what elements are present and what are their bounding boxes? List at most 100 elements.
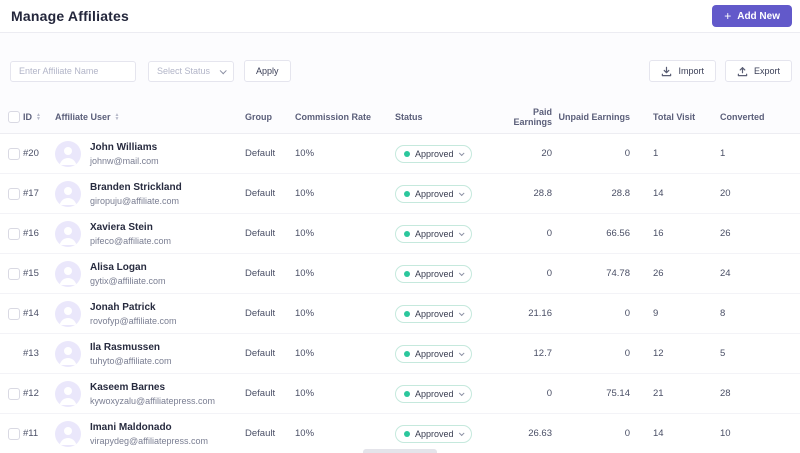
paid-earnings-value: 0 — [546, 268, 552, 279]
row-checkbox[interactable] — [8, 147, 20, 160]
chevron-down-icon — [458, 229, 465, 236]
column-header-unpaid-earnings: Unpaid Earnings — [558, 111, 630, 122]
table-header-row: ID ▲ ▼ Affiliate User ▲ ▼ Group Commission… — [0, 100, 800, 134]
affiliate-user-cell: Kaseem Barnes kywoxyzalu@affiliatepress.… — [55, 380, 245, 407]
row-checkbox[interactable] — [8, 307, 20, 320]
total-visit-value: 16 — [653, 228, 664, 239]
converted-value: 10 — [720, 428, 731, 439]
export-label: Export — [753, 66, 780, 76]
status-dot-icon — [404, 430, 410, 437]
affiliate-email: johnw@mail.com — [90, 155, 159, 166]
unpaid-earnings-value: 66.56 — [606, 228, 630, 239]
group-value: Default — [245, 308, 276, 319]
person-icon — [59, 386, 77, 405]
status-dropdown[interactable]: Approved — [395, 344, 472, 363]
affiliate-id: #11 — [23, 428, 39, 439]
affiliate-user-cell: Imani Maldonado virapydeg@affiliatepress… — [55, 420, 245, 447]
sort-icon[interactable]: ▲ ▼ — [115, 112, 120, 121]
affiliate-id: #13 — [23, 348, 39, 359]
sort-icon[interactable]: ▲ ▼ — [36, 112, 41, 121]
affiliate-id: #12 — [23, 388, 39, 399]
import-button[interactable]: Import — [649, 60, 716, 82]
select-all-checkbox[interactable] — [8, 110, 20, 123]
affiliate-email: virapydeg@affiliatepress.com — [90, 435, 209, 446]
affiliate-email: pifeco@affiliate.com — [90, 235, 172, 246]
unpaid-earnings-value: 0 — [624, 308, 630, 319]
affiliate-name: Kaseem Barnes — [90, 381, 166, 393]
status-dot-icon — [404, 190, 410, 197]
commission-rate-value: 10% — [295, 268, 315, 279]
status-dropdown[interactable]: Approved — [395, 384, 472, 403]
row-checkbox[interactable] — [8, 187, 20, 200]
column-header-affiliate-user[interactable]: Affiliate User ▲ ▼ — [55, 112, 245, 122]
row-checkbox[interactable] — [8, 267, 20, 280]
status-dropdown[interactable]: Approved — [395, 424, 472, 443]
status-dropdown[interactable]: Approved — [395, 264, 472, 283]
paid-earnings-value: 26.63 — [528, 428, 552, 439]
affiliate-name: Branden Strickland — [90, 181, 182, 193]
table-body: #20 John Williams johnw@mail.com Default… — [0, 134, 800, 453]
affiliate-id: #17 — [23, 188, 39, 199]
affiliate-name: Alisa Logan — [90, 261, 147, 273]
status-dropdown[interactable]: Approved — [395, 184, 472, 203]
avatar — [55, 300, 81, 327]
affiliate-id: #14 — [23, 308, 39, 319]
chevron-down-icon — [458, 189, 465, 196]
commission-rate-value: 10% — [295, 188, 315, 199]
row-checkbox[interactable] — [8, 427, 20, 440]
table-row: #11 Imani Maldonado virapydeg@affiliatep… — [0, 414, 800, 453]
status-label: Approved — [415, 348, 454, 359]
avatar — [55, 140, 81, 167]
paid-earnings-value: 0 — [546, 228, 552, 239]
top-bar: Manage Affiliates + Add New — [0, 0, 800, 33]
table-row: #12 Kaseem Barnes kywoxyzalu@affiliatepr… — [0, 374, 800, 414]
affiliate-user-cell: Branden Strickland giropuju@affiliate.co… — [55, 180, 245, 207]
converted-value: 26 — [720, 228, 731, 239]
affiliate-user-cell: Ila Rasmussen tuhyto@affiliate.com — [55, 340, 245, 367]
group-value: Default — [245, 228, 276, 239]
unpaid-earnings-value: 28.8 — [611, 188, 631, 199]
group-value: Default — [245, 188, 276, 199]
apply-button[interactable]: Apply — [244, 60, 291, 82]
paid-earnings-value: 20 — [541, 148, 552, 159]
converted-value: 1 — [720, 148, 726, 159]
status-dot-icon — [404, 270, 410, 277]
status-dropdown[interactable]: Approved — [395, 304, 472, 323]
converted-value: 28 — [720, 388, 731, 399]
affiliate-user-cell: Alisa Logan gytix@affiliate.com — [55, 260, 245, 287]
column-header-group: Group — [245, 111, 272, 122]
row-checkbox[interactable] — [8, 227, 20, 240]
commission-rate-value: 10% — [295, 388, 315, 399]
table-row: #20 John Williams johnw@mail.com Default… — [0, 134, 800, 174]
status-label: Approved — [415, 228, 454, 239]
group-value: Default — [245, 428, 276, 439]
export-button[interactable]: Export — [724, 60, 792, 82]
filters-toolbar: Select Status Apply Import Export — [0, 60, 800, 82]
affiliate-user-cell: Jonah Patrick rovofyp@affiliate.com — [55, 300, 245, 327]
status-dropdown[interactable]: Approved — [395, 144, 472, 163]
group-value: Default — [245, 268, 276, 279]
status-select-placeholder: Select Status — [157, 66, 211, 76]
affiliate-email: gytix@affiliate.com — [90, 275, 166, 286]
import-label: Import — [678, 66, 704, 76]
status-label: Approved — [415, 268, 454, 279]
total-visit-value: 14 — [653, 428, 664, 439]
add-new-button[interactable]: + Add New — [712, 5, 792, 27]
status-dot-icon — [404, 150, 410, 157]
status-select[interactable]: Select Status — [148, 60, 234, 82]
chevron-down-icon — [458, 149, 465, 156]
chevron-down-icon — [219, 66, 227, 74]
pagination-partial — [363, 449, 437, 453]
paid-earnings-value: 28.8 — [533, 188, 553, 199]
avatar — [55, 260, 81, 287]
affiliate-name-input[interactable] — [10, 60, 136, 82]
person-icon — [59, 266, 77, 285]
chevron-down-icon — [458, 389, 465, 396]
row-checkbox[interactable] — [8, 387, 20, 400]
column-header-id[interactable]: ID ▲ ▼ — [23, 112, 55, 122]
status-dropdown[interactable]: Approved — [395, 224, 472, 243]
export-upload-icon — [737, 66, 748, 76]
unpaid-earnings-value: 0 — [624, 428, 630, 439]
table-row: #17 Branden Strickland giropuju@affiliat… — [0, 174, 800, 214]
status-label: Approved — [415, 188, 454, 199]
